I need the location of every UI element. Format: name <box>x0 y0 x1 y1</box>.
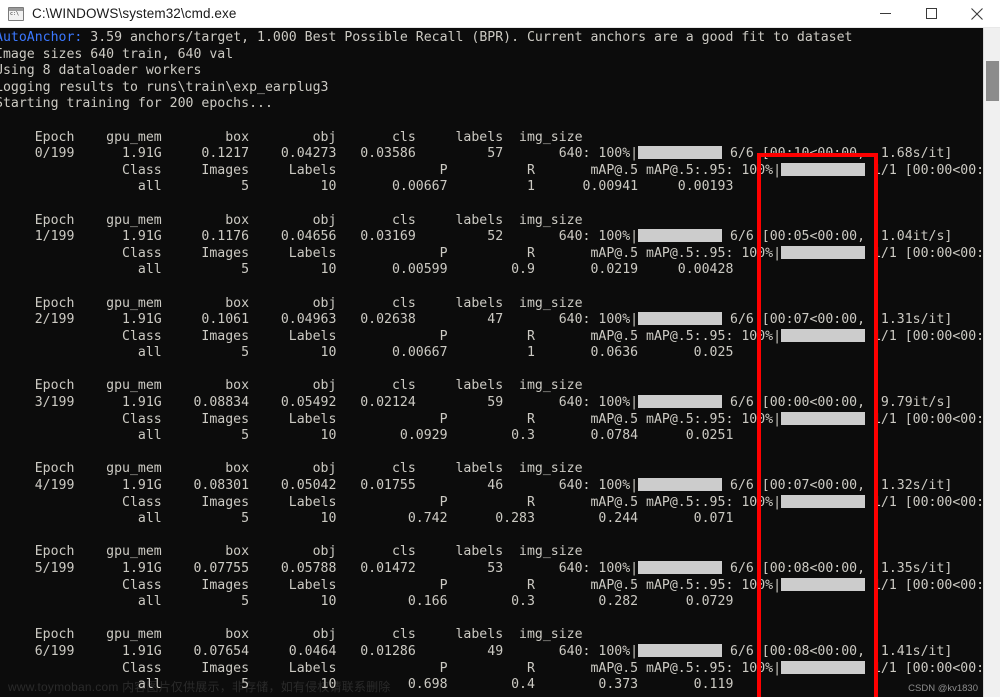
close-button[interactable] <box>954 0 1000 27</box>
maximize-button[interactable] <box>908 0 954 27</box>
vertical-scrollbar[interactable] <box>983 28 1000 697</box>
window-titlebar[interactable]: C:\WINDOWS\system32\cmd.exe <box>0 0 1000 28</box>
cmd-console-icon <box>8 6 24 21</box>
scrollbar-thumb[interactable] <box>986 61 999 101</box>
watermark-right: CSDN @kv1830 <box>908 683 978 694</box>
minimize-button[interactable] <box>862 0 908 27</box>
window-title: C:\WINDOWS\system32\cmd.exe <box>32 6 237 21</box>
watermark-left: www.toymoban.com 内容图片仅供展示，非存储，如有侵权请联系删除 <box>8 680 391 694</box>
window-controls <box>862 0 1000 27</box>
terminal-output-area[interactable]: AutoAnchor: 3.59 anchors/target, 1.000 B… <box>0 28 1000 697</box>
terminal-text: AutoAnchor: 3.59 anchors/target, 1.000 B… <box>0 30 985 693</box>
